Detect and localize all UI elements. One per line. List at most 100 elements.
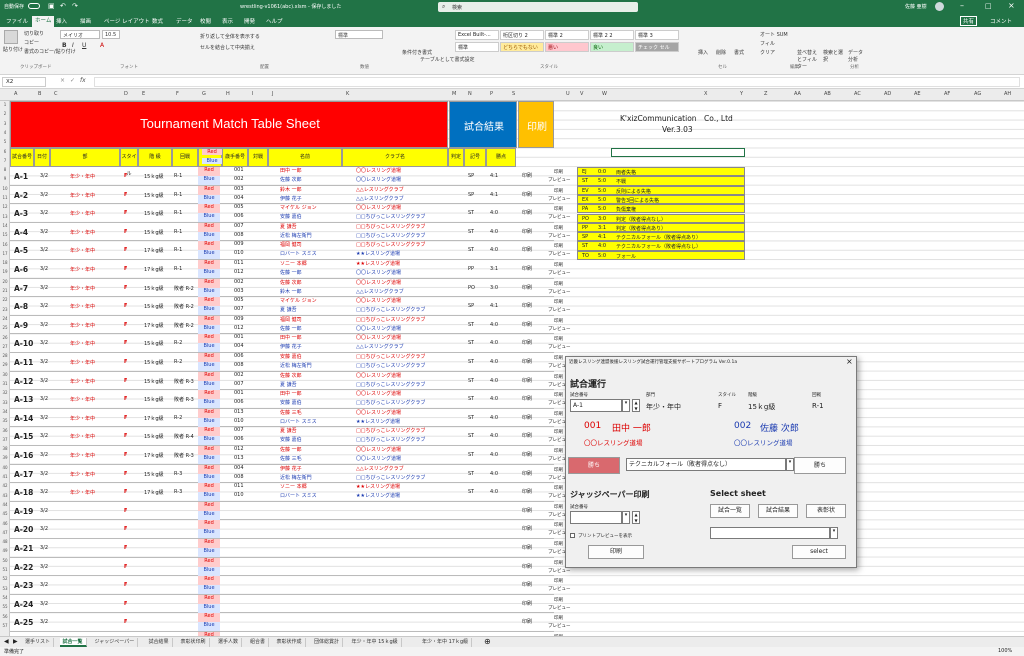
print-cell[interactable]: 印刷 bbox=[522, 358, 532, 365]
print-cell[interactable]: 印刷 bbox=[522, 544, 532, 551]
print-cell-label[interactable]: 印刷 bbox=[554, 467, 563, 473]
column-header[interactable]: I bbox=[252, 91, 253, 97]
insert-cells-button[interactable]: 挿入 bbox=[698, 49, 708, 56]
row-header[interactable]: 45 bbox=[0, 511, 10, 516]
sheet-tab[interactable]: 団体総賞計 bbox=[311, 638, 344, 647]
tab-view[interactable]: 表示 bbox=[222, 17, 233, 25]
row-header[interactable]: 30 bbox=[0, 372, 10, 377]
row-header[interactable]: 22 bbox=[0, 297, 10, 302]
row-header[interactable]: 44 bbox=[0, 502, 10, 507]
sheet-tab[interactable]: 試合結果 bbox=[146, 638, 173, 647]
cond-format-button[interactable]: 条件付き書式 bbox=[402, 49, 432, 56]
row-header[interactable]: 20 bbox=[0, 279, 10, 284]
sheet-result-button[interactable]: 試合結果 bbox=[758, 504, 798, 518]
format-paint-button[interactable]: 書式のコピー/貼り付け bbox=[24, 48, 76, 55]
sheet-select[interactable] bbox=[710, 527, 830, 539]
print-cell-label[interactable]: 印刷 bbox=[554, 281, 563, 287]
formula-input[interactable] bbox=[94, 77, 1020, 87]
preview-cell[interactable]: プレビュー bbox=[548, 233, 571, 239]
sheet-tab[interactable]: 表彰状印刷 bbox=[178, 638, 210, 647]
column-header[interactable]: X bbox=[704, 91, 707, 97]
italic-button[interactable]: I bbox=[72, 42, 74, 49]
prev-sheet-icon[interactable]: ◀ bbox=[4, 638, 9, 645]
column-header[interactable]: A bbox=[14, 91, 17, 97]
row-header[interactable]: 31 bbox=[0, 381, 10, 386]
add-sheet-icon[interactable]: ⊕ bbox=[484, 637, 491, 646]
print-cell[interactable]: 印刷 bbox=[522, 246, 532, 253]
row-header[interactable]: 9 bbox=[0, 176, 10, 181]
preview-cell[interactable]: プレビュー bbox=[548, 605, 571, 611]
sheet-tab[interactable]: 年少・年中 17ｋg級 bbox=[419, 638, 473, 647]
blue-win-button[interactable]: 勝ち bbox=[794, 457, 846, 474]
sort-filter-button[interactable]: 並べ替えとフィルター bbox=[797, 49, 819, 70]
print-cell-label[interactable]: 印刷 bbox=[554, 318, 563, 324]
row-header[interactable]: 50 bbox=[0, 558, 10, 563]
column-header[interactable]: K bbox=[346, 91, 349, 97]
row-header[interactable]: 7 bbox=[0, 158, 10, 163]
column-header[interactable]: AC bbox=[854, 91, 861, 97]
font-size-select[interactable]: 10.5 bbox=[102, 30, 120, 39]
save-icon[interactable]: ▣ bbox=[48, 2, 55, 10]
name-box[interactable]: X2 bbox=[2, 77, 46, 87]
column-header[interactable]: N bbox=[468, 91, 472, 97]
sheet-tab[interactable]: 選手リスト bbox=[22, 638, 55, 647]
search-box[interactable]: ⌕ 検索 bbox=[438, 2, 638, 12]
row-header[interactable]: 29 bbox=[0, 362, 10, 367]
tab-formulas[interactable]: 数式 bbox=[152, 17, 163, 25]
red-win-button[interactable]: 勝ち bbox=[568, 457, 620, 474]
bold-button[interactable]: B bbox=[62, 42, 67, 49]
sheet-tab[interactable]: ジャッジペーパー bbox=[92, 638, 139, 647]
row-header[interactable]: 48 bbox=[0, 539, 10, 544]
print-cell-label[interactable]: 印刷 bbox=[554, 355, 563, 361]
avatar[interactable] bbox=[935, 2, 944, 11]
print-cell[interactable]: 印刷 bbox=[522, 470, 532, 477]
print-cell[interactable]: 印刷 bbox=[522, 172, 532, 179]
wrap-text-button[interactable]: 折り返して全体を表示する bbox=[200, 33, 260, 40]
print-cell[interactable]: 印刷 bbox=[522, 395, 532, 402]
print-cell-label[interactable]: 印刷 bbox=[554, 541, 563, 547]
row-header[interactable]: 34 bbox=[0, 409, 10, 414]
print-cell-label[interactable]: 印刷 bbox=[554, 560, 563, 566]
row-header[interactable]: 40 bbox=[0, 465, 10, 470]
enter-icon[interactable]: ✓ bbox=[70, 77, 75, 84]
print-cell[interactable]: 印刷 bbox=[522, 451, 532, 458]
row-header[interactable]: 13 bbox=[0, 214, 10, 219]
clear-button[interactable]: クリア bbox=[760, 49, 775, 56]
print-cell-label[interactable]: 印刷 bbox=[554, 448, 563, 454]
row-header[interactable]: 35 bbox=[0, 418, 10, 423]
number-format-select[interactable]: 標準 bbox=[335, 30, 383, 39]
print-cell[interactable]: 印刷 bbox=[522, 209, 532, 216]
row-header[interactable]: 46 bbox=[0, 521, 10, 526]
preview-cell[interactable]: プレビュー bbox=[548, 270, 571, 276]
column-header[interactable]: D bbox=[124, 91, 128, 97]
decision-dropdown-icon[interactable]: ▾ bbox=[786, 458, 794, 471]
style-excel-builtin[interactable]: Excel Built-... bbox=[455, 30, 499, 40]
print-cell-label[interactable]: 印刷 bbox=[554, 169, 563, 175]
print-cell[interactable]: 印刷 bbox=[522, 302, 532, 309]
row-header[interactable]: 49 bbox=[0, 548, 10, 553]
column-header[interactable]: C bbox=[54, 91, 58, 97]
print-cell[interactable]: 印刷 bbox=[522, 581, 532, 588]
table-format-button[interactable]: テーブルとして書式設定 bbox=[420, 56, 475, 63]
row-header[interactable]: 17 bbox=[0, 251, 10, 256]
print-cell-label[interactable]: 印刷 bbox=[554, 411, 563, 417]
comment-button[interactable]: コメント bbox=[990, 17, 1012, 25]
cut-button[interactable]: 切り取り bbox=[24, 30, 44, 37]
preview-cell[interactable]: プレビュー bbox=[548, 586, 571, 592]
analyze-data-button[interactable]: データ分析 bbox=[848, 49, 864, 63]
style-normal[interactable]: 標準 bbox=[455, 42, 499, 52]
selected-cell[interactable] bbox=[611, 148, 745, 157]
style-normal2[interactable]: 標準 2 bbox=[545, 30, 589, 40]
row-header[interactable]: 54 bbox=[0, 595, 10, 600]
row-header[interactable]: 21 bbox=[0, 288, 10, 293]
column-header[interactable]: B bbox=[38, 91, 41, 97]
row-header[interactable]: 38 bbox=[0, 446, 10, 451]
tab-file[interactable]: ファイル bbox=[6, 17, 28, 25]
undo-icon[interactable]: ↶ bbox=[60, 2, 66, 10]
print-cell[interactable]: 印刷 bbox=[522, 507, 532, 514]
autosum-button[interactable]: オート SUM bbox=[760, 31, 788, 38]
column-header[interactable]: AA bbox=[794, 91, 801, 97]
print-cell[interactable]: 印刷 bbox=[522, 339, 532, 346]
underline-button[interactable]: U bbox=[82, 42, 86, 49]
user-name[interactable]: 佐藤 亜樹 bbox=[905, 3, 927, 10]
